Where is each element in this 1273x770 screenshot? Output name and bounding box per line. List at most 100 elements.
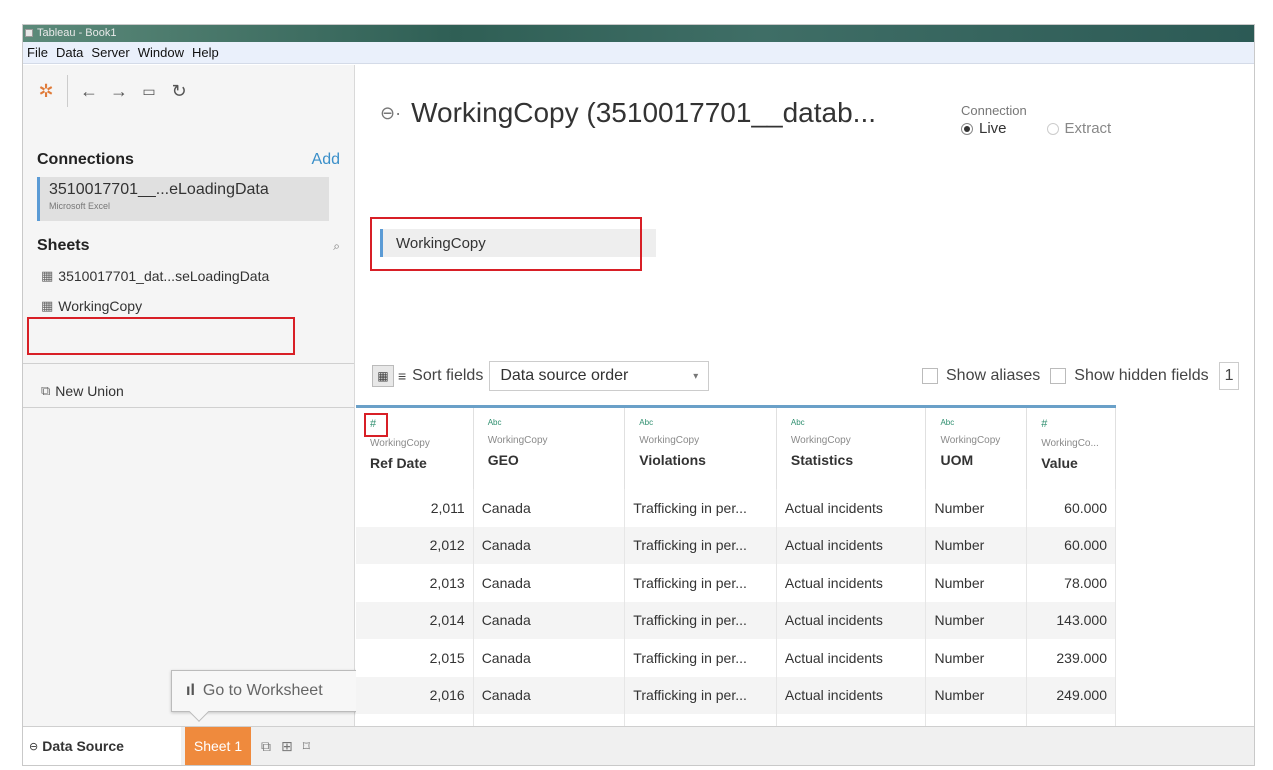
datasource-title[interactable]: ⊖· WorkingCopy (3510017701__datab... [380,97,876,129]
menu-bar: File Data Server Window Help [23,42,1254,64]
table-row: 2,011 Canada Trafficking in per... Actua… [356,489,1116,527]
database-icon: ⊖ [29,740,39,753]
string-type-icon[interactable]: Abc [791,418,926,427]
new-dashboard-icon[interactable]: ⊞ [281,738,293,755]
tableau-logo-icon[interactable]: ✲ [33,78,59,104]
grid-view-icon[interactable]: ▦ [372,365,394,387]
table-cell: Number [926,526,1028,564]
sheet-item-source[interactable]: ▦ 3510017701_dat...seLoadingData [23,263,354,289]
menu-window[interactable]: Window [138,45,184,60]
table-cell: 143.000 [1027,601,1116,639]
table-icon: ▦ [41,268,54,283]
table-cell: 2,013 [356,564,474,602]
menu-file[interactable]: File [27,45,48,60]
table-cell: Actual incidents [777,639,927,677]
column-field: GEO [487,452,519,468]
new-story-icon[interactable]: ⌑ [303,738,310,755]
table-cell: Canada [474,601,626,639]
table-cell: Number [926,639,1028,677]
table-cell: 2,011 [356,489,474,527]
rows-input[interactable]: 1 [1218,362,1239,390]
table-cell: Number [926,601,1028,639]
string-type-icon[interactable]: Abc [940,418,1026,427]
column-field: Ref Date [370,455,427,471]
data-grid: # WorkingCopy Ref Date Abc WorkingCopy G… [356,405,1116,752]
column-header[interactable]: Abc WorkingCopy UOM [926,408,1028,489]
bar-chart-icon: ıl [186,682,195,699]
table-cell: Trafficking in per... [625,639,777,677]
refresh-icon[interactable]: ↻ [166,78,192,104]
table-cell: 2,016 [356,676,474,714]
list-view-icon[interactable]: ≡ [398,368,406,384]
new-union-item[interactable]: ⧉ New Union [23,378,124,404]
title-bar: Tableau - Book1 [23,25,1254,42]
connections-label: Connections [37,151,134,168]
column-header[interactable]: # WorkingCo... Value [1027,408,1116,489]
grid-toolbar: ▦ ≡ Sort fields Data source order ▾ Show… [356,357,1254,395]
menu-server[interactable]: Server [91,45,129,60]
table-cell: Trafficking in per... [625,489,777,527]
column-header[interactable]: Abc WorkingCopy Statistics [777,408,927,489]
new-worksheet-icon[interactable]: ⧉ [261,738,271,755]
column-header[interactable]: # WorkingCopy Ref Date [356,408,474,489]
go-to-worksheet-tooltip[interactable]: ıl Go to Worksheet × [171,670,369,722]
menu-data[interactable]: Data [56,45,83,60]
column-source: WorkingCopy [940,435,1001,446]
column-source: WorkingCo... [1041,438,1099,449]
show-aliases-checkbox[interactable] [922,368,938,384]
tooltip-text: Go to Worksheet [202,682,323,699]
data-source-tab-label: Data Source [42,738,124,754]
search-icon[interactable]: ⌕ [333,239,340,254]
connection-type-group: Connection Live Extract [961,103,1151,137]
column-field: Violations [639,452,706,468]
table-row: 2,016 Canada Trafficking in per... Actua… [356,676,1116,714]
table-cell: 60.000 [1027,526,1116,564]
highlight-box-sheet [27,317,295,355]
table-cell: Canada [474,526,626,564]
table-cell: 2,012 [356,526,474,564]
menu-help[interactable]: Help [192,45,219,60]
column-source: WorkingCopy [487,435,548,446]
sheet-item-workingcopy[interactable]: ▦ WorkingCopy [23,293,354,319]
column-header[interactable]: Abc WorkingCopy GEO [474,408,626,489]
string-type-icon[interactable]: Abc [639,418,776,427]
radio-unselected-icon [1046,122,1059,135]
table-cell: 239.000 [1027,639,1116,677]
save-icon[interactable]: ▭ [136,78,162,104]
table-cell: Number [926,489,1028,527]
table-cell: Actual incidents [777,564,927,602]
extract-radio[interactable]: Extract [1046,120,1112,137]
column-header[interactable]: Abc WorkingCopy Violations [625,408,777,489]
back-arrow-icon[interactable]: ← [76,78,102,104]
extract-label: Extract [1064,120,1112,137]
table-icon: ▦ [41,298,54,313]
live-label: Live [979,120,1007,137]
sheet-item-label: 3510017701_dat...seLoadingData [58,268,270,284]
highlight-box-canvas [370,217,642,271]
add-connection-link[interactable]: Add [312,151,340,169]
data-source-tab[interactable]: ⊖ Data Source [23,726,181,765]
connection-item[interactable]: 3510017701__...eLoadingData Microsoft Ex… [37,177,329,221]
sheets-label: Sheets [37,237,90,254]
main-area: ⊖· WorkingCopy (3510017701__datab... Con… [356,65,1254,752]
forward-arrow-icon[interactable]: → [106,78,132,104]
sort-fields-label: Sort fields [412,367,484,384]
table-cell: 60.000 [1027,489,1116,527]
radio-selected-icon [961,122,973,135]
number-type-icon[interactable]: # [1041,418,1115,430]
sheet-tab[interactable]: Sheet 1 [185,726,251,765]
highlight-box-type [364,413,388,437]
string-type-icon[interactable]: Abc [488,418,625,427]
table-cell: 2,015 [356,639,474,677]
sort-fields-select[interactable]: Data source order ▾ [489,361,710,391]
table-cell: Trafficking in per... [625,526,777,564]
column-source: WorkingCopy [639,435,700,446]
new-union-label: New Union [55,383,124,399]
live-radio[interactable]: Live [961,120,1007,137]
table-row: 2,013 Canada Trafficking in per... Actua… [356,564,1116,602]
connection-name: 3510017701__...eLoadingData [49,181,269,198]
table-cell: Number [926,564,1028,602]
show-hidden-checkbox[interactable] [1050,368,1067,384]
table-cell: 2,014 [356,601,474,639]
table-cell: 78.000 [1027,564,1116,602]
